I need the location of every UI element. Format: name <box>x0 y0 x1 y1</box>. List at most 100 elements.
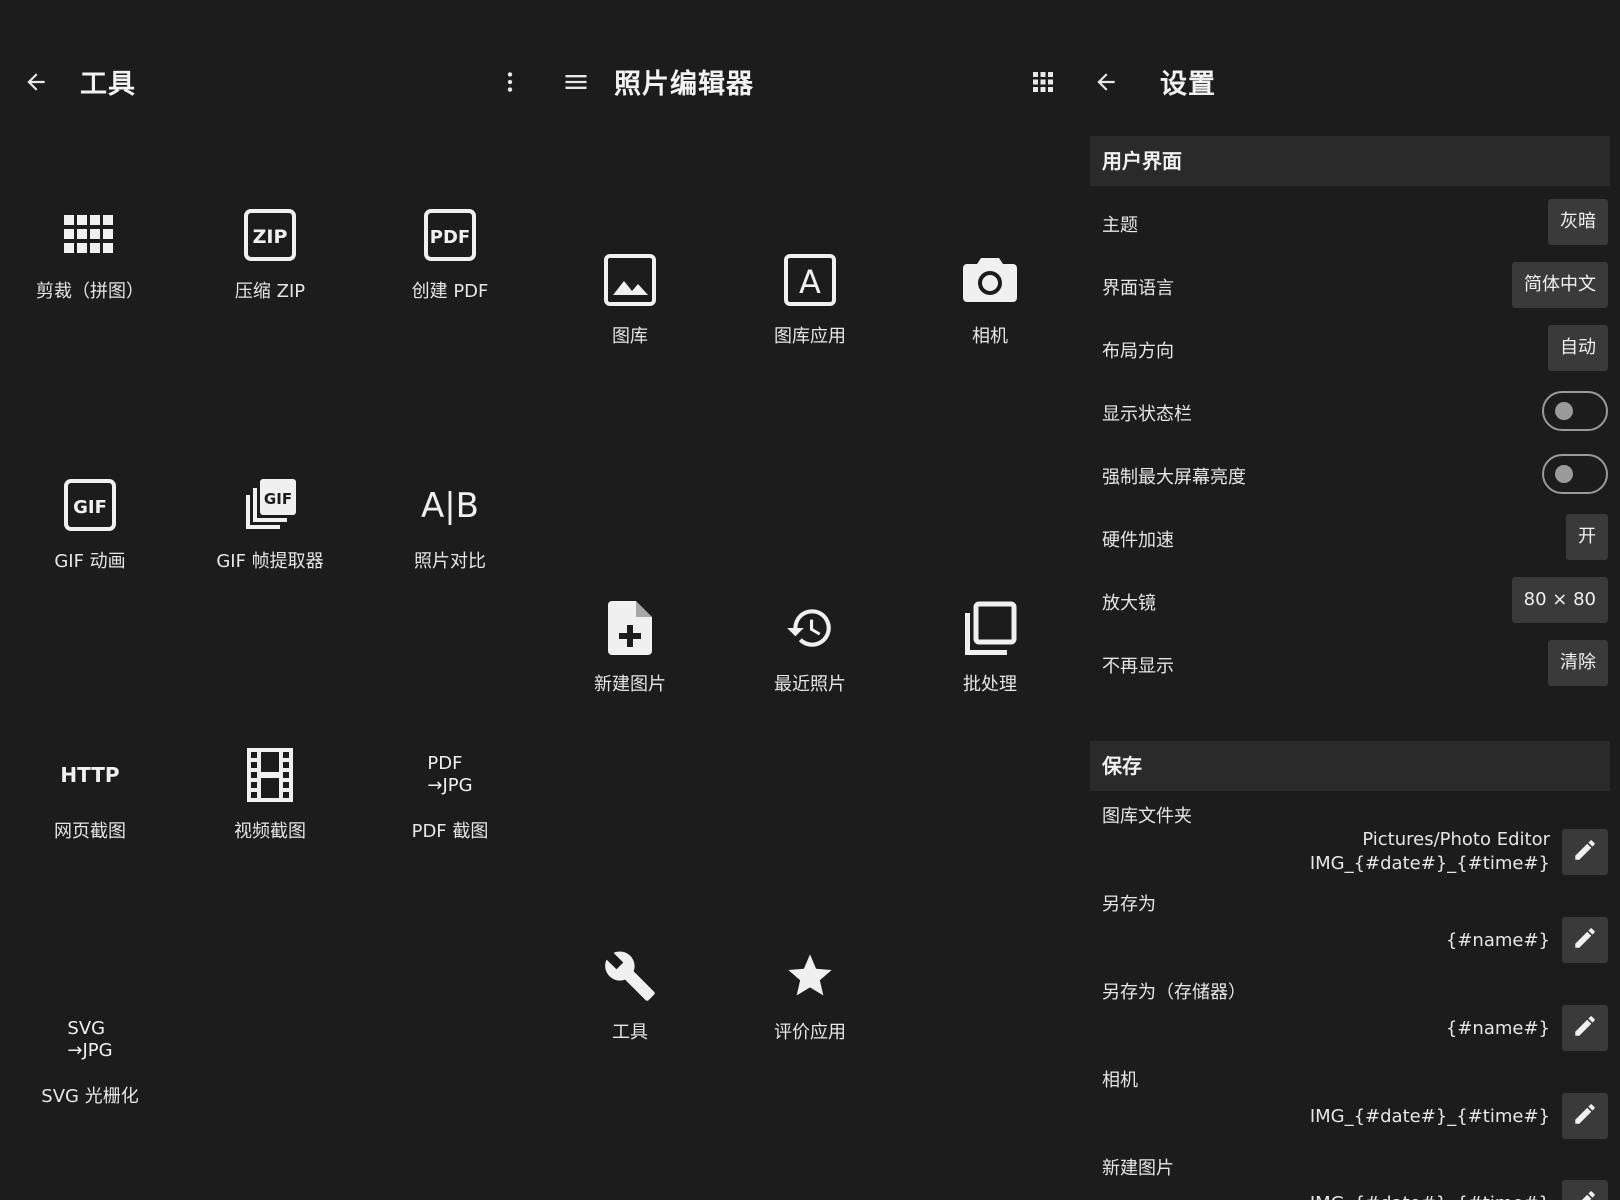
svg-glyph-line2: →JPG <box>67 1040 113 1061</box>
hw-accel-button[interactable]: 开 <box>1566 514 1608 560</box>
setting-label-hw-accel: 硬件加速 <box>1102 530 1174 551</box>
pdf-to-jpg-icon: PDF →JPG <box>360 745 540 805</box>
theme-button[interactable]: 灰暗 <box>1548 199 1608 245</box>
wrench-icon <box>540 946 720 1006</box>
magnifier-button[interactable]: 80 × 80 <box>1511 577 1608 623</box>
editor-tools[interactable]: 工具 <box>540 946 720 1056</box>
pdf-glyph-line2: →JPG <box>427 775 473 796</box>
edit-gallery-folder-button[interactable] <box>1562 829 1608 875</box>
tool-label: 剪裁（拼图） <box>36 281 144 302</box>
language-button[interactable]: 简体中文 <box>1512 262 1608 308</box>
toggle-knob <box>1555 465 1573 483</box>
editor-label: 批处理 <box>963 674 1017 695</box>
editor-batch[interactable]: 批处理 <box>900 598 1080 708</box>
arrow-left-icon[interactable] <box>18 64 54 100</box>
setting-label-magnifier: 放大镜 <box>1102 593 1156 614</box>
tool-label: PDF 截图 <box>411 821 489 842</box>
editor-app-bar: 照片编辑器 <box>540 52 1080 112</box>
tool-label: 网页截图 <box>54 821 126 842</box>
camera-icon <box>900 250 1080 310</box>
edit-save-as-button[interactable] <box>1562 917 1608 963</box>
gallery-app-icon: A <box>720 250 900 310</box>
editor-gallery[interactable]: 图库 <box>540 250 720 360</box>
settings-app-bar: 设置 <box>1080 52 1620 112</box>
tool-web-screenshot[interactable]: HTTP 网页截图 <box>0 745 180 855</box>
tool-label: 照片对比 <box>414 551 486 572</box>
editor-rate-app[interactable]: 评价应用 <box>720 946 900 1056</box>
tool-photo-compare[interactable]: A|B 照片对比 <box>360 475 540 585</box>
history-icon <box>720 598 900 658</box>
editor-gallery-app[interactable]: A 图库应用 <box>720 250 900 360</box>
save-as-value: {#name#} <box>1445 930 1550 951</box>
setting-label-theme: 主题 <box>1102 215 1138 236</box>
http-glyph: HTTP <box>60 763 120 787</box>
settings-panel: 设置 用户界面 主题 灰暗 界面语言 简体中文 布局方向 自动 显示状态栏 强制… <box>1080 0 1620 1200</box>
gif-icon: GIF <box>0 475 180 535</box>
editor-label: 图库应用 <box>774 326 846 347</box>
setting-label-language: 界面语言 <box>1102 278 1174 299</box>
tool-svg-rasterize[interactable]: SVG →JPG SVG 光栅化 <box>0 1010 180 1120</box>
section-header-save: 保存 <box>1090 741 1610 791</box>
pdf-glyph-line1: PDF <box>427 753 463 774</box>
setting-label-camera: 相机 <box>1102 1070 1138 1091</box>
gallery-app-badge: A <box>799 263 821 301</box>
gallery-icon <box>540 250 720 310</box>
tool-pdf-screenshot[interactable]: PDF →JPG PDF 截图 <box>360 745 540 855</box>
edit-camera-filename-button[interactable] <box>1562 1093 1608 1139</box>
grid-collage-icon <box>0 205 180 265</box>
tool-zip[interactable]: ZIP 压缩 ZIP <box>180 205 360 315</box>
new-image-filename-value: IMG_{#date#}_{#time#} <box>1310 1192 1550 1200</box>
gif-badge: GIF <box>73 497 107 518</box>
pencil-icon <box>1572 1013 1598 1043</box>
new-file-icon <box>540 598 720 658</box>
http-icon: HTTP <box>0 745 180 805</box>
status-bar-toggle[interactable] <box>1542 391 1608 431</box>
setting-label-gallery-folder: 图库文件夹 <box>1102 806 1192 827</box>
tool-video-screenshot[interactable]: 视频截图 <box>180 745 360 855</box>
page-title: 工具 <box>80 69 136 100</box>
pencil-icon <box>1572 925 1598 955</box>
edit-new-image-filename-button[interactable] <box>1562 1180 1608 1200</box>
editor-label: 工具 <box>612 1022 648 1043</box>
editor-new-image[interactable]: 新建图片 <box>540 598 720 708</box>
gallery-folder-value: Pictures/Photo Editor IMG_{#date#}_{#tim… <box>1310 828 1550 876</box>
setting-label-save-as-storage: 另存为（存储器） <box>1102 982 1246 1003</box>
tool-gif-frame-extractor[interactable]: GIF GIF 帧提取器 <box>180 475 360 585</box>
clear-button[interactable]: 清除 <box>1548 640 1608 686</box>
editor-label: 新建图片 <box>594 674 666 695</box>
save-as-storage-value: {#name#} <box>1445 1018 1550 1039</box>
section-header-ui: 用户界面 <box>1090 136 1610 186</box>
pencil-icon <box>1572 1188 1598 1200</box>
setting-label-max-brightness: 强制最大屏幕亮度 <box>1102 467 1246 488</box>
camera-filename-value: IMG_{#date#}_{#time#} <box>1309 1106 1550 1127</box>
tool-collage[interactable]: 剪裁（拼图） <box>0 205 180 315</box>
pdf-icon: PDF <box>360 205 540 265</box>
tool-gif-animation[interactable]: GIF GIF 动画 <box>0 475 180 585</box>
tools-panel: 工具 剪裁（拼图） ZIP 压缩 ZIP PDF 创建 PDF GIF GIF … <box>0 0 540 1200</box>
page-title: 照片编辑器 <box>614 69 754 100</box>
edit-save-as-storage-button[interactable] <box>1562 1005 1608 1051</box>
pdf-badge: PDF <box>430 227 470 248</box>
editor-label: 最近照片 <box>774 674 846 695</box>
setting-label-dont-show: 不再显示 <box>1102 656 1174 677</box>
gif-frames-icon: GIF <box>180 475 360 535</box>
svg-to-jpg-icon: SVG →JPG <box>0 1010 180 1070</box>
tool-label: 视频截图 <box>234 821 306 842</box>
tool-label: SVG 光栅化 <box>41 1086 139 1107</box>
setting-label-new-image: 新建图片 <box>1102 1158 1174 1179</box>
toggle-knob <box>1555 402 1573 420</box>
editor-recent-photos[interactable]: 最近照片 <box>720 598 900 708</box>
apps-grid-icon[interactable] <box>1025 64 1061 100</box>
max-brightness-toggle[interactable] <box>1542 454 1608 494</box>
arrow-left-icon[interactable] <box>1088 64 1124 100</box>
setting-label-status-bar: 显示状态栏 <box>1102 404 1192 425</box>
more-vertical-icon[interactable] <box>492 64 528 100</box>
hamburger-icon[interactable] <box>558 64 594 100</box>
layout-direction-button[interactable]: 自动 <box>1548 325 1608 371</box>
compare-icon: A|B <box>360 475 540 535</box>
editor-camera[interactable]: 相机 <box>900 250 1080 360</box>
editor-panel: 照片编辑器 图库 A 图库应用 相机 新建图片 最近照片 批处理 工具 评价应用 <box>540 0 1080 1200</box>
gallery-folder-filename: IMG_{#date#}_{#time#} <box>1309 853 1550 874</box>
tool-create-pdf[interactable]: PDF 创建 PDF <box>360 205 540 315</box>
page-title: 设置 <box>1160 69 1216 100</box>
